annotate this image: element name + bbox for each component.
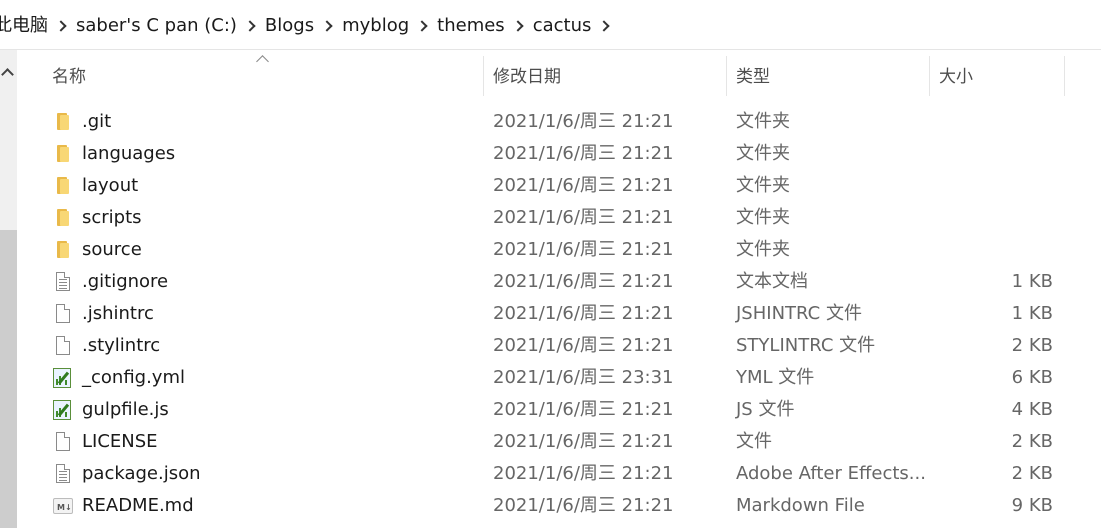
file-size: 1 KB [1011, 303, 1053, 324]
file-size: 2 KB [1011, 431, 1053, 452]
file-modified-date: 2021/1/6/周三 21:21 [493, 143, 674, 164]
file-modified-date: 2021/1/6/周三 23:31 [493, 367, 674, 388]
file-list: .git 2021/1/6/周三 21:21 文件夹 languages 2021/1/… [0, 106, 1101, 522]
editor-file-icon [52, 400, 74, 420]
folder-icon [52, 176, 74, 196]
scroll-up-icon[interactable] [0, 62, 17, 82]
file-name[interactable]: .gitignore [82, 266, 168, 298]
file-name[interactable]: .git [82, 106, 111, 138]
chevron-right-icon[interactable] [48, 13, 76, 39]
breadcrumb-drive-c[interactable]: saber's C pan (C:) [76, 13, 237, 39]
file-name[interactable]: _config.yml [82, 362, 185, 394]
text-file-icon [52, 272, 74, 292]
file-modified-date: 2021/1/6/周三 21:21 [493, 271, 674, 292]
file-type: 文件 [736, 431, 772, 452]
file-name[interactable]: layout [82, 170, 138, 202]
file-type: 文件夹 [736, 207, 790, 228]
file-size: 4 KB [1011, 399, 1053, 420]
file-type: Adobe After Effects... [736, 463, 926, 484]
file-type: 文件夹 [736, 175, 790, 196]
file-row[interactable]: gulpfile.js 2021/1/6/周三 21:21 JS 文件 4 KB [0, 394, 1101, 426]
file-modified-date: 2021/1/6/周三 21:21 [493, 495, 674, 516]
file-row[interactable]: .jshintrc 2021/1/6/周三 21:21 JSHINTRC 文件 1 K… [0, 298, 1101, 330]
file-size: 6 KB [1011, 367, 1053, 388]
chevron-right-icon[interactable] [237, 13, 265, 39]
file-type: JS 文件 [736, 399, 795, 420]
column-header-date[interactable]: 修改日期 [493, 50, 561, 97]
chevron-right-icon[interactable] [505, 13, 533, 39]
breadcrumb-cactus[interactable]: cactus [533, 13, 592, 39]
file-name[interactable]: gulpfile.js [82, 394, 169, 426]
file-name[interactable]: LICENSE [82, 426, 158, 458]
file-type: 文件夹 [736, 111, 790, 132]
file-row[interactable]: source 2021/1/6/周三 21:21 文件夹 [0, 234, 1101, 266]
file-row[interactable]: languages 2021/1/6/周三 21:21 文件夹 [0, 138, 1101, 170]
file-row[interactable]: scripts 2021/1/6/周三 21:21 文件夹 [0, 202, 1101, 234]
file-row[interactable]: .git 2021/1/6/周三 21:21 文件夹 [0, 106, 1101, 138]
column-header-size[interactable]: 大小 [939, 50, 973, 97]
file-modified-date: 2021/1/6/周三 21:21 [493, 207, 674, 228]
file-row[interactable]: .gitignore 2021/1/6/周三 21:21 文本文档 1 KB [0, 266, 1101, 298]
column-header-name[interactable]: 名称 [52, 50, 86, 97]
file-name[interactable]: languages [82, 138, 175, 170]
file-name[interactable]: package.json [82, 458, 201, 490]
folder-icon [52, 144, 74, 164]
file-name[interactable]: scripts [82, 202, 142, 234]
column-divider[interactable] [726, 56, 727, 96]
file-row[interactable]: LICENSE 2021/1/6/周三 21:21 文件 2 KB [0, 426, 1101, 458]
file-modified-date: 2021/1/6/周三 21:21 [493, 239, 674, 260]
column-divider[interactable] [483, 56, 484, 96]
column-divider[interactable] [1064, 56, 1065, 96]
file-row[interactable]: layout 2021/1/6/周三 21:21 文件夹 [0, 170, 1101, 202]
file-modified-date: 2021/1/6/周三 21:21 [493, 175, 674, 196]
file-modified-date: 2021/1/6/周三 21:21 [493, 111, 674, 132]
file-icon [52, 304, 74, 324]
file-type: STYLINTRC 文件 [736, 335, 876, 356]
file-name[interactable]: README.md [82, 490, 194, 522]
folder-icon [52, 112, 74, 132]
column-header-type[interactable]: 类型 [736, 50, 770, 97]
breadcrumb-this-pc[interactable]: 此电脑 [0, 13, 48, 39]
file-modified-date: 2021/1/6/周三 21:21 [493, 431, 674, 452]
file-size: 2 KB [1011, 463, 1053, 484]
file-type: Markdown File [736, 495, 865, 516]
file-name[interactable]: .stylintrc [82, 330, 160, 362]
file-size: 2 KB [1011, 335, 1053, 356]
file-type: 文件夹 [736, 239, 790, 260]
file-type: 文本文档 [736, 271, 808, 292]
file-name[interactable]: source [82, 234, 142, 266]
file-modified-date: 2021/1/6/周三 21:21 [493, 303, 674, 324]
chevron-right-icon[interactable] [591, 13, 619, 39]
file-size: 1 KB [1011, 271, 1053, 292]
file-icon [52, 432, 74, 452]
file-modified-date: 2021/1/6/周三 21:21 [493, 335, 674, 356]
sort-ascending-icon [256, 55, 269, 68]
text-file-icon [52, 464, 74, 484]
file-row[interactable]: _config.yml 2021/1/6/周三 23:31 YML 文件 6 KB [0, 362, 1101, 394]
breadcrumb-myblog[interactable]: myblog [342, 13, 409, 39]
file-type: JSHINTRC 文件 [736, 303, 862, 324]
folder-icon [52, 208, 74, 228]
file-row[interactable]: .stylintrc 2021/1/6/周三 21:21 STYLINTRC 文件 2… [0, 330, 1101, 362]
column-divider[interactable] [929, 56, 930, 96]
markdown-file-icon: M↓ [52, 496, 74, 516]
file-row[interactable]: package.json 2021/1/6/周三 21:21 Adobe After… [0, 458, 1101, 490]
file-size: 9 KB [1011, 495, 1053, 516]
breadcrumb: 此电脑 saber's C pan (C:) Blogs myblog them… [0, 13, 619, 39]
folder-icon [52, 240, 74, 260]
address-bar[interactable]: 此电脑 saber's C pan (C:) Blogs myblog them… [0, 0, 1101, 50]
file-modified-date: 2021/1/6/周三 21:21 [493, 399, 674, 420]
breadcrumb-themes[interactable]: themes [437, 13, 505, 39]
file-type: 文件夹 [736, 143, 790, 164]
file-row[interactable]: M↓ README.md 2021/1/6/周三 21:21 Markdown Fil… [0, 490, 1101, 522]
file-icon [52, 336, 74, 356]
breadcrumb-blogs[interactable]: Blogs [265, 13, 314, 39]
file-name[interactable]: .jshintrc [82, 298, 154, 330]
editor-file-icon [52, 368, 74, 388]
chevron-right-icon[interactable] [409, 13, 437, 39]
file-modified-date: 2021/1/6/周三 21:21 [493, 463, 674, 484]
file-type: YML 文件 [736, 367, 815, 388]
chevron-right-icon[interactable] [314, 13, 342, 39]
